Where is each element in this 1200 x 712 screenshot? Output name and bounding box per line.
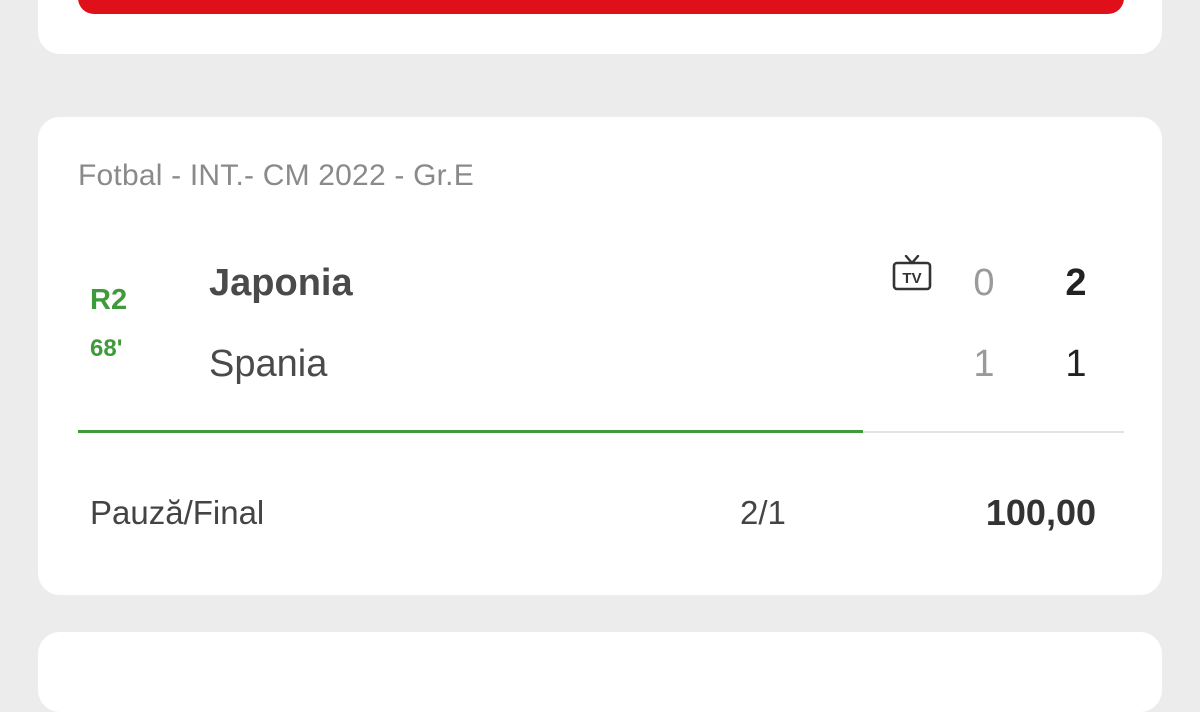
away-team-name: Spania (209, 343, 328, 385)
match-minute: 68' (90, 335, 123, 362)
match-card[interactable]: Fotbal - INT.- CM 2022 - Gr.E R2 68' Jap… (38, 117, 1162, 595)
home-halftime-score: 0 (973, 262, 995, 304)
away-score: 1 (1065, 343, 1087, 385)
match-progress-fill (78, 430, 863, 433)
match-progress-bar (78, 430, 1124, 433)
home-team-name: Japonia (209, 262, 353, 304)
league-label: Fotbal - INT.- CM 2022 - Gr.E (78, 159, 474, 192)
home-score: 2 (1065, 262, 1087, 304)
tv-icon-label: TV (902, 270, 921, 287)
away-halftime-score: 1 (973, 343, 995, 385)
next-card (38, 632, 1162, 712)
previous-card (38, 0, 1162, 54)
bet-odds: 100,00 (985, 492, 1096, 533)
bet-pick: 2/1 (740, 494, 786, 531)
bet-market: Pauză/Final (90, 494, 265, 531)
red-action-button[interactable] (78, 0, 1124, 14)
match-period: R2 (90, 284, 128, 316)
tv-icon[interactable]: TV (892, 255, 932, 291)
